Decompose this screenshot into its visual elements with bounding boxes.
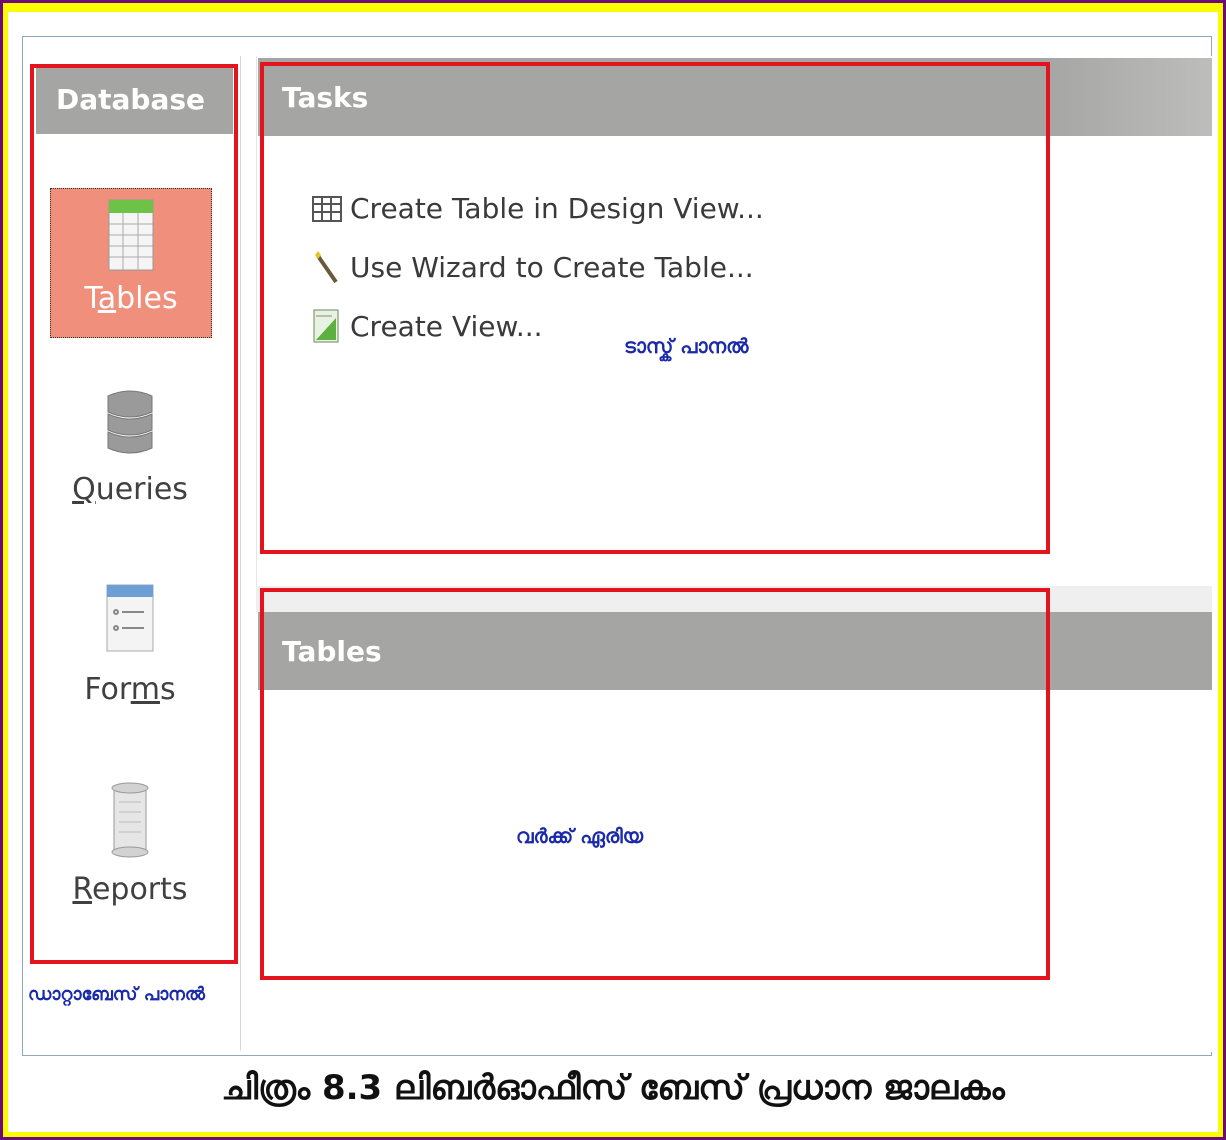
header-fade (1042, 58, 1212, 136)
work-area-highlight (260, 588, 1050, 980)
database-panel-annotation: ഡാറ്റാബേസ് പാനൽ (28, 984, 205, 1005)
figure-caption: ചിത്രം 8.3 ലിബർഓഫീസ് ബേസ് പ്രധാന ജാലകം (221, 1068, 1005, 1108)
database-panel-highlight (30, 64, 238, 964)
task-panel-highlight (260, 62, 1050, 554)
work-area-annotation: വർക്ക് ഏരിയ (516, 824, 644, 848)
task-panel-annotation: ടാസ്ക് പാനൽ (624, 334, 749, 358)
